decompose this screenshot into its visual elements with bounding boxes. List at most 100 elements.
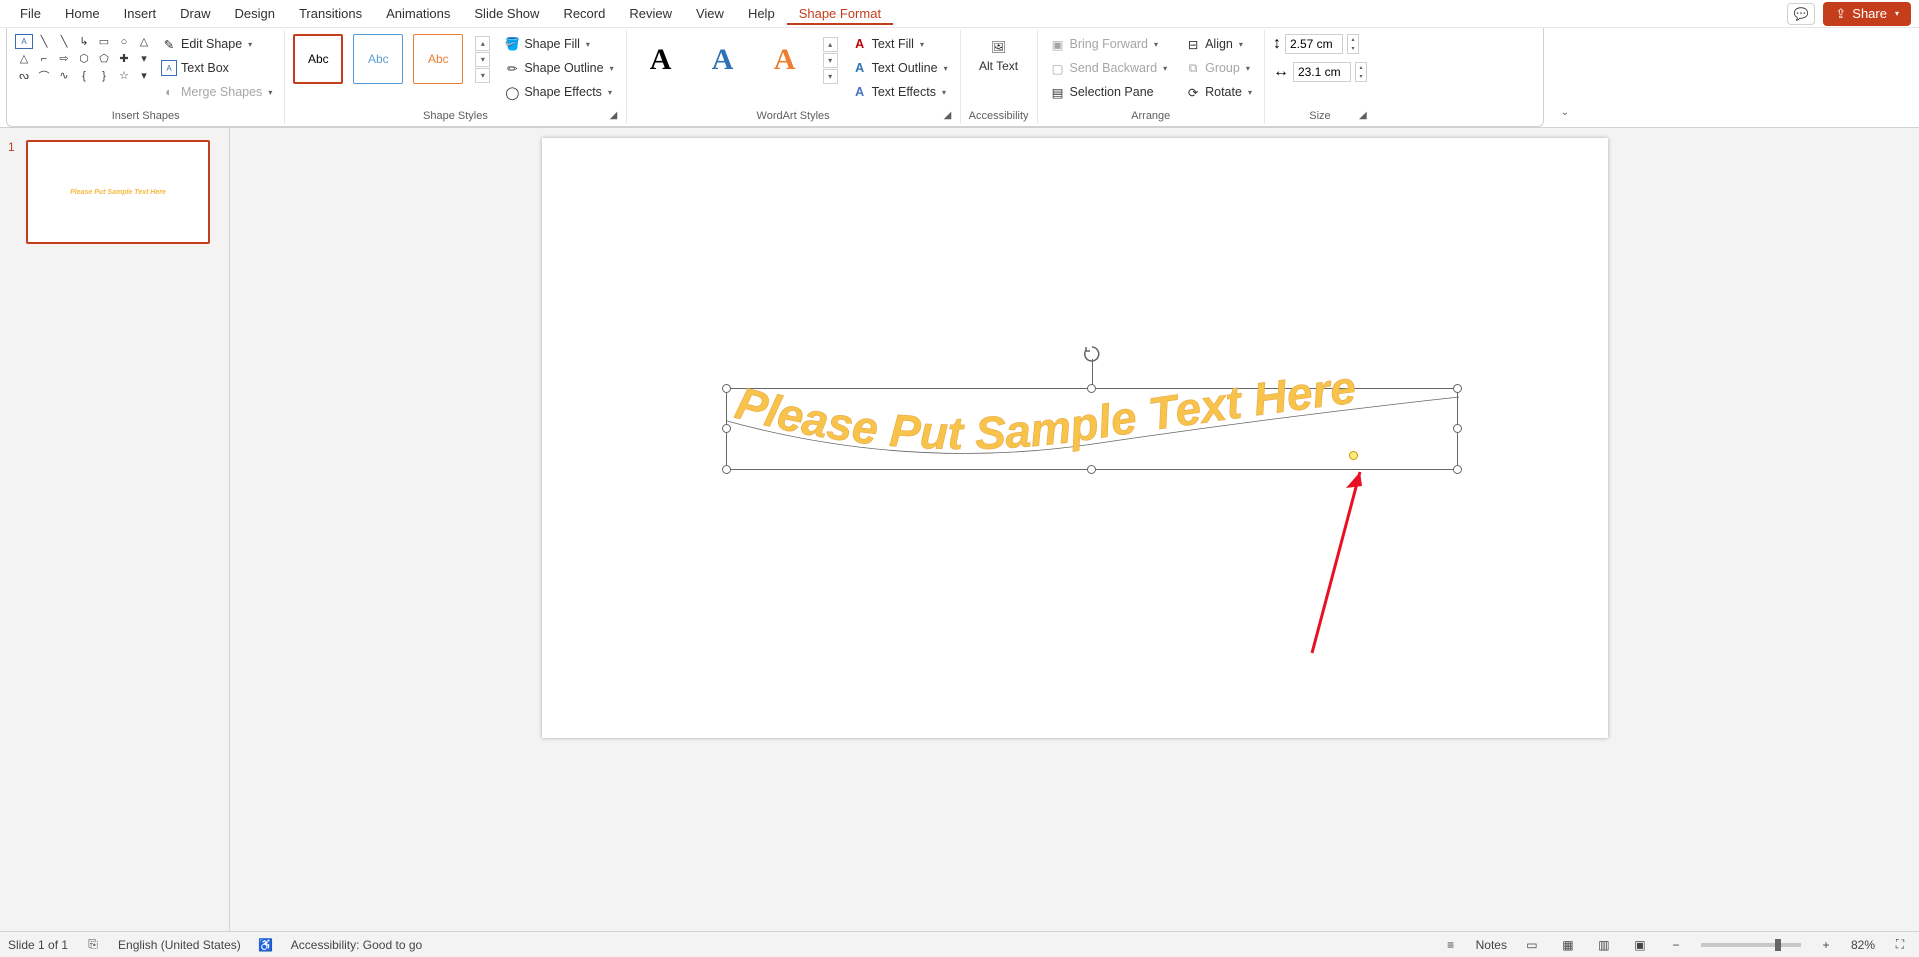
menu-animations[interactable]: Animations — [374, 2, 462, 25]
menu-file[interactable]: File — [8, 2, 53, 25]
zoom-out-button[interactable]: − — [1665, 936, 1687, 954]
shape-curve-icon[interactable]: ⌒ — [35, 68, 53, 83]
height-icon: ↕ — [1273, 35, 1281, 53]
alt-text-button[interactable]: 🖼Alt Text — [975, 34, 1022, 75]
zoom-knob[interactable] — [1775, 939, 1781, 951]
group-insert-shapes: A ╲ ╲ ↳ ▭ ○ △ △ ⌐ ⇨ ⬡ ⬠ ✚ ▾ — [7, 30, 285, 124]
shape-lbrace-icon[interactable]: { — [75, 68, 93, 83]
shape-star-icon[interactable]: ☆ — [115, 68, 133, 83]
shape-arrow-icon[interactable]: ⇨ — [55, 51, 73, 66]
shape-curly-icon[interactable]: ᔓ — [15, 68, 33, 83]
menu-record[interactable]: Record — [551, 2, 617, 25]
send-backward-icon: ▢ — [1050, 60, 1066, 76]
shape-oval-icon[interactable]: ○ — [115, 34, 133, 49]
align-button[interactable]: ⊟Align▾ — [1181, 34, 1256, 54]
selection-pane-button[interactable]: ▤Selection Pane — [1046, 82, 1172, 102]
edit-shape-button[interactable]: ✎Edit Shape▾ — [157, 34, 276, 54]
shape-style-2[interactable]: Abc — [353, 34, 403, 84]
shape-hexagon-icon[interactable]: ⬡ — [75, 51, 93, 66]
width-down[interactable]: ▾ — [1356, 72, 1366, 81]
text-outline-button[interactable]: AText Outline▾ — [848, 58, 952, 78]
shape-rect-icon[interactable]: ▭ — [95, 34, 113, 49]
style-more-button[interactable]: ▾ — [475, 68, 490, 83]
shape-style-1[interactable]: Abc — [293, 34, 343, 84]
menu-slide-show[interactable]: Slide Show — [462, 2, 551, 25]
group-arrange: ▣Bring Forward▾ ▢Send Backward▾ ▤Selecti… — [1038, 30, 1265, 124]
comments-button[interactable]: 💬 — [1787, 3, 1815, 25]
shape-effects-button[interactable]: ◯Shape Effects▾ — [500, 82, 617, 102]
shapes-gallery[interactable]: A ╲ ╲ ↳ ▭ ○ △ △ ⌐ ⇨ ⬡ ⬠ ✚ ▾ — [15, 34, 153, 83]
size-launcher[interactable]: ◢ — [1359, 110, 1371, 122]
merge-shapes-button: ◐Merge Shapes▾ — [157, 82, 276, 102]
shape-line2-icon[interactable]: ╲ — [55, 34, 73, 49]
status-accessibility[interactable]: Accessibility: Good to go — [291, 938, 422, 952]
gallery-more-icon[interactable]: ▾ — [135, 51, 153, 66]
wordart-style-1[interactable]: A — [635, 34, 687, 86]
text-effects-icon: A — [852, 84, 868, 100]
gallery-expand-icon[interactable]: ▾ — [135, 68, 153, 83]
zoom-slider[interactable] — [1701, 943, 1801, 947]
shape-callout-icon[interactable]: ⬠ — [95, 51, 113, 66]
view-normal-icon[interactable]: ▭ — [1521, 936, 1543, 954]
slide[interactable]: Please Put Sample Text Here — [542, 138, 1608, 738]
shape-wave-icon[interactable]: ∿ — [55, 68, 73, 83]
text-fill-button[interactable]: AText Fill▾ — [848, 34, 952, 54]
menu-home[interactable]: Home — [53, 2, 112, 25]
menu-help[interactable]: Help — [736, 2, 787, 25]
shape-triangle-icon[interactable]: △ — [135, 34, 153, 49]
zoom-value[interactable]: 82% — [1851, 938, 1875, 952]
view-slideshow-icon[interactable]: ▣ — [1629, 936, 1651, 954]
shape-elbow-icon[interactable]: ⌐ — [35, 51, 53, 66]
slide-thumbnail-1[interactable]: Please Put Sample Text Here — [26, 140, 210, 244]
width-up[interactable]: ▴ — [1356, 63, 1366, 72]
edit-shape-icon: ✎ — [161, 36, 177, 52]
wordart-style-3[interactable]: A — [759, 34, 811, 86]
zoom-in-button[interactable]: + — [1815, 936, 1837, 954]
notes-label[interactable]: Notes — [1476, 938, 1507, 952]
shape-rtriangle-icon[interactable]: △ — [15, 51, 33, 66]
shape-fill-button[interactable]: 🪣Shape Fill▾ — [500, 34, 617, 54]
text-effects-button[interactable]: AText Effects▾ — [848, 82, 952, 102]
spell-check-icon[interactable]: ⎘ — [82, 936, 104, 954]
height-up[interactable]: ▴ — [1348, 35, 1358, 44]
share-button[interactable]: ⇪Share▾ — [1823, 2, 1911, 26]
rotate-button[interactable]: ⟳Rotate▾ — [1181, 82, 1256, 102]
width-input[interactable] — [1293, 62, 1351, 82]
status-language[interactable]: English (United States) — [118, 938, 241, 952]
menu-design[interactable]: Design — [223, 2, 287, 25]
shape-style-3[interactable]: Abc — [413, 34, 463, 84]
shape-connector-icon[interactable]: ↳ — [75, 34, 93, 49]
wordart-more-button[interactable]: ▾ — [823, 69, 838, 84]
wordart-next-button[interactable]: ▾ — [823, 53, 838, 68]
wordart-style-2[interactable]: A — [697, 34, 749, 86]
wordart-launcher[interactable]: ◢ — [944, 110, 956, 122]
shape-textbox-icon[interactable]: A — [15, 34, 33, 49]
ribbon-collapse-button[interactable]: ⌄ — [1554, 101, 1576, 123]
menu-transitions[interactable]: Transitions — [287, 2, 374, 25]
height-input[interactable] — [1285, 34, 1343, 54]
wordart-text[interactable]: Please Put Sample Text Here — [727, 381, 1459, 481]
shape-cross-icon[interactable]: ✚ — [115, 51, 133, 66]
view-sorter-icon[interactable]: ▦ — [1557, 936, 1579, 954]
selection-frame[interactable]: Please Put Sample Text Here — [726, 388, 1458, 470]
view-reading-icon[interactable]: ▥ — [1593, 936, 1615, 954]
menu-view[interactable]: View — [684, 2, 736, 25]
shape-line-icon[interactable]: ╲ — [35, 34, 53, 49]
accessibility-icon[interactable]: ♿ — [255, 936, 277, 954]
shape-outline-button[interactable]: ✏Shape Outline▾ — [500, 58, 617, 78]
fit-to-window-button[interactable]: ⛶ — [1889, 936, 1911, 954]
notes-toggle[interactable]: ≡ — [1440, 936, 1462, 954]
menu-shape-format[interactable]: Shape Format — [787, 2, 893, 25]
shape-rbrace-icon[interactable]: } — [95, 68, 113, 83]
menu-draw[interactable]: Draw — [168, 2, 222, 25]
slide-canvas-area[interactable]: Please Put Sample Text Here — [230, 128, 1919, 931]
rotation-handle[interactable] — [1083, 345, 1101, 363]
text-box-button[interactable]: AText Box — [157, 58, 276, 78]
menu-review[interactable]: Review — [617, 2, 684, 25]
menu-insert[interactable]: Insert — [112, 2, 169, 25]
style-prev-button[interactable]: ▴ — [475, 36, 490, 51]
style-next-button[interactable]: ▾ — [475, 52, 490, 67]
shape-styles-launcher[interactable]: ◢ — [610, 110, 622, 122]
wordart-prev-button[interactable]: ▴ — [823, 37, 838, 52]
height-down[interactable]: ▾ — [1348, 44, 1358, 53]
